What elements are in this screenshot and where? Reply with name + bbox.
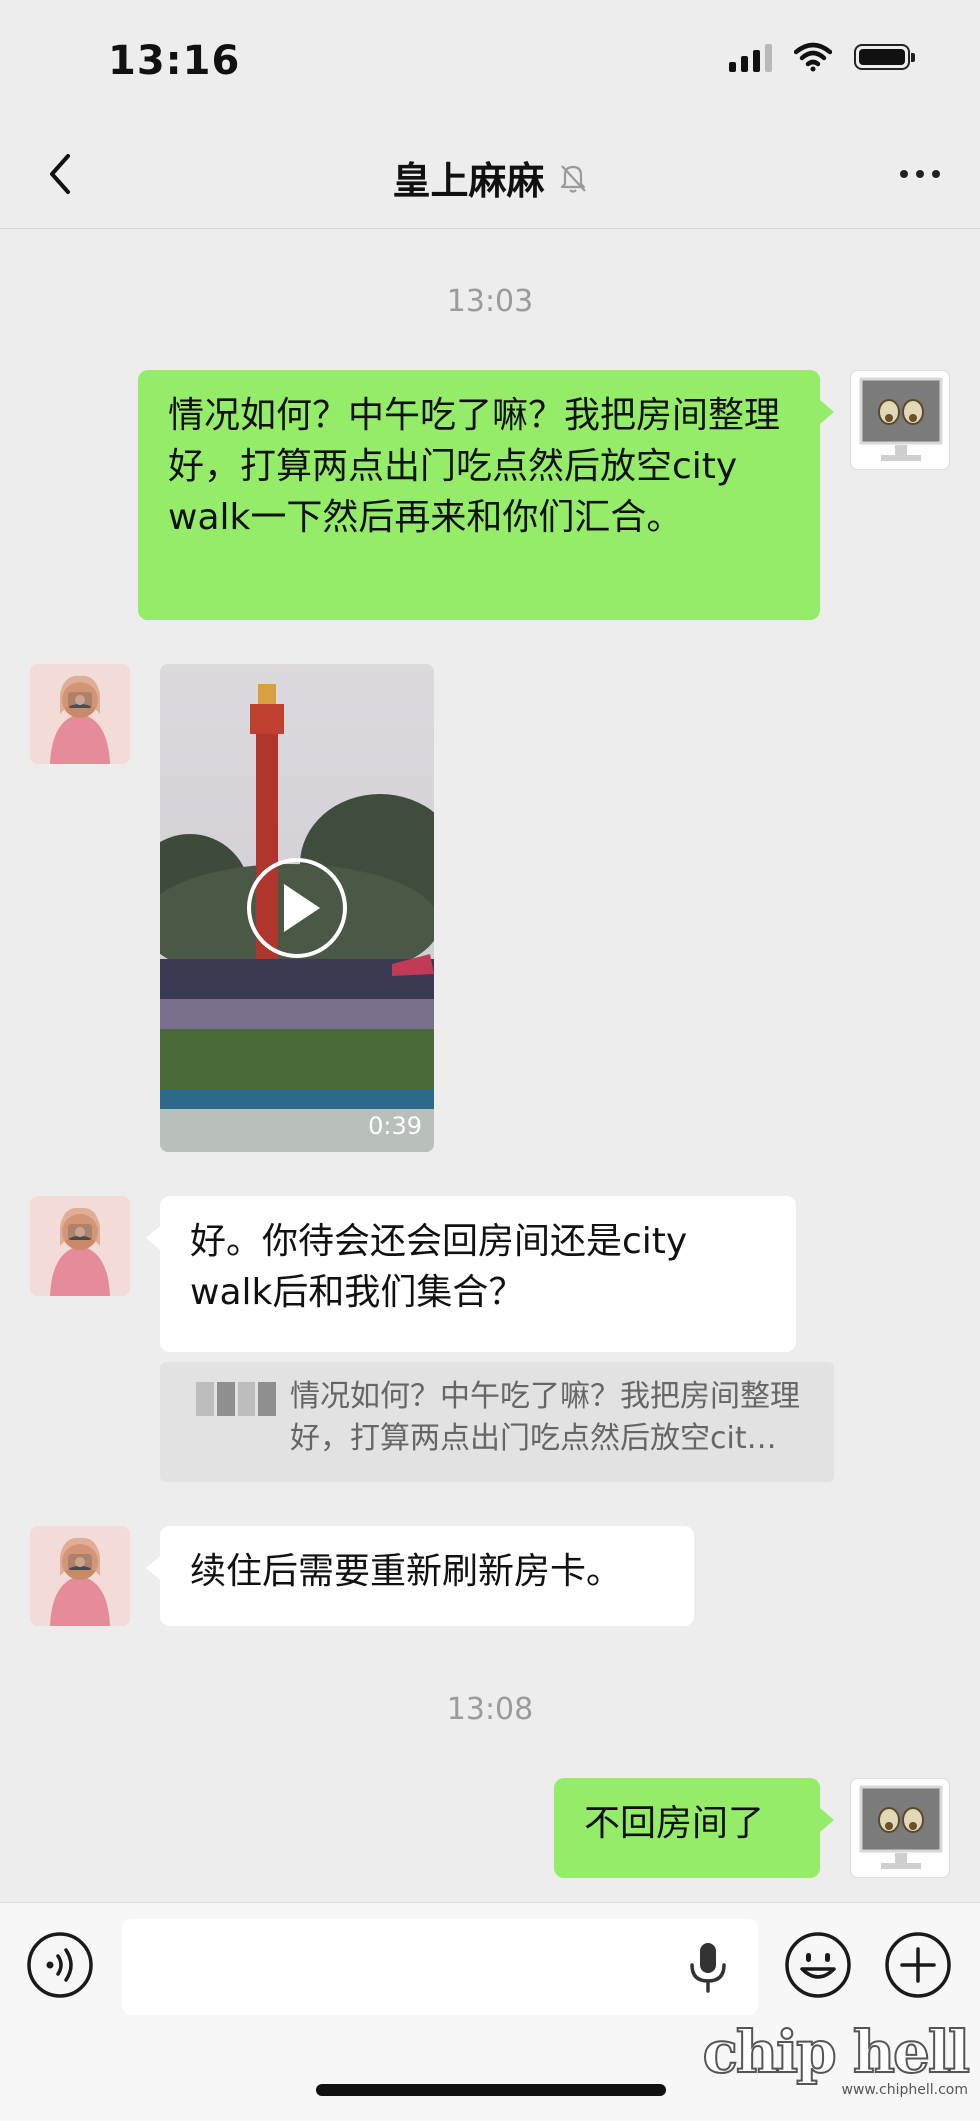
status-bar: 13:16 [0,0,980,120]
watermark-logo: chip hell [702,2018,971,2086]
chat-title-area: 皇上麻麻 [0,150,980,205]
my-avatar[interactable] [850,1778,950,1878]
emoji-button[interactable] [784,1931,852,1999]
contact-message-bubble[interactable]: 好。你待会还会回房间还是city walk后和我们集合？ [146,1196,796,1352]
chat-header: 皇上麻麻 [0,120,980,229]
my-avatar[interactable] [850,370,950,470]
dot-icon [916,170,924,178]
contact-photo-avatar-icon [30,1526,130,1626]
pixelated-name-icon [196,1382,276,1416]
muted-bell-icon [560,164,586,193]
status-time: 13:16 [108,38,241,84]
monitor-eyes-avatar-icon [859,1785,943,1869]
message-timestamp: 13:08 [446,1692,534,1727]
site-watermark: chip hell www.chiphell.com [702,2018,971,2098]
home-indicator[interactable] [316,2084,666,2096]
microphone-icon[interactable] [686,1941,730,1993]
wifi-icon [794,42,832,72]
message-text-input[interactable] [122,1919,758,2015]
quoted-text: 情况如何？中午吃了嘛？我把房间整理好，打算两点出门吃点然后放空cit… [290,1379,800,1456]
voice-input-button[interactable] [26,1931,94,1999]
monitor-eyes-avatar-icon [859,377,943,461]
message-timestamp: 13:03 [446,284,534,319]
contact-photo-avatar-icon [30,1196,130,1296]
video-message[interactable]: 0:39 [160,664,434,1152]
add-more-button[interactable] [884,1931,952,1999]
contact-avatar[interactable] [30,664,130,764]
my-message-bubble[interactable]: 情况如何？中午吃了嘛？我把房间整理好，打算两点出门吃点然后放空city walk… [138,370,834,620]
more-options-button[interactable] [890,152,950,196]
video-duration: 0:39 [368,1112,422,1140]
contact-avatar[interactable] [30,1526,130,1626]
contact-photo-avatar-icon [30,664,130,764]
cellular-signal-icon [729,42,772,72]
system-icons [729,42,915,72]
battery-icon [854,44,915,70]
quoted-message[interactable]: 情况如何？中午吃了嘛？我把房间整理好，打算两点出门吃点然后放空cit… [160,1362,834,1482]
contact-message-bubble[interactable]: 续住后需要重新刷新房卡。 [146,1526,694,1626]
chat-title: 皇上麻麻 [392,159,545,203]
my-message-bubble[interactable]: 不回房间了 [554,1778,834,1878]
video-thumbnail [160,664,434,1152]
dot-icon [932,170,940,178]
contact-avatar[interactable] [30,1196,130,1296]
dot-icon [900,170,908,178]
